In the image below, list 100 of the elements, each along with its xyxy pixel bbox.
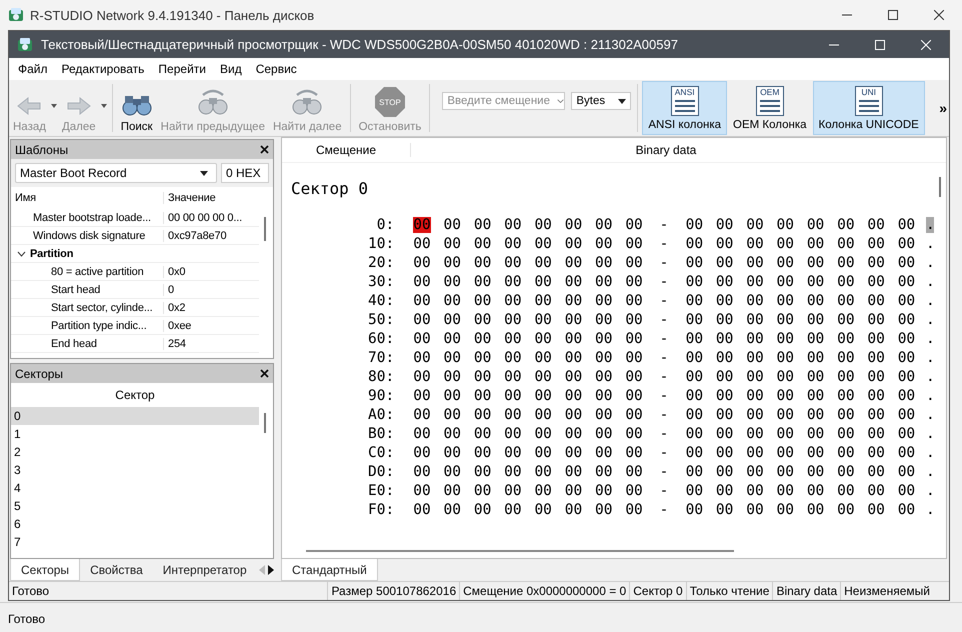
hex-byte[interactable]: 00 — [444, 406, 462, 422]
hex-byte[interactable]: 00 — [776, 406, 794, 422]
hex-byte[interactable]: 00 — [444, 482, 462, 498]
hex-byte[interactable]: 00 — [595, 254, 612, 270]
menu-item[interactable]: Редактировать — [54, 62, 152, 76]
hex-byte[interactable]: 00 — [776, 388, 794, 404]
hex-byte[interactable]: 00 — [806, 292, 824, 308]
hex-byte[interactable]: 00 — [564, 464, 582, 480]
hex-byte[interactable]: 00 — [534, 388, 552, 404]
hex-byte[interactable]: 00 — [806, 350, 824, 366]
hex-byte[interactable]: 00 — [686, 464, 704, 480]
hex-byte[interactable]: 00 — [595, 292, 612, 308]
hex-byte[interactable]: 00 — [534, 444, 552, 460]
hex-byte[interactable]: 00 — [716, 312, 734, 328]
hex-byte[interactable]: 00 — [686, 216, 704, 232]
hex-byte[interactable]: 00 — [564, 406, 582, 422]
hex-byte[interactable]: 00 — [837, 274, 855, 290]
hex-byte[interactable]: 00 — [504, 330, 522, 346]
hex-byte[interactable]: 00 — [898, 482, 916, 498]
sector-row[interactable]: 1 — [11, 425, 259, 443]
close-icon[interactable] — [260, 367, 269, 380]
hex-byte[interactable]: 00 — [625, 406, 643, 422]
template-field-name[interactable]: Windows disk signature — [33, 230, 146, 242]
hex-byte[interactable]: 00 — [746, 330, 764, 346]
hex-byte[interactable]: 00 — [837, 482, 855, 498]
hex-byte[interactable]: 00 — [413, 254, 431, 270]
hex-byte[interactable]: 00 — [746, 292, 764, 308]
hex-byte[interactable]: 00 — [867, 388, 885, 404]
hex-byte[interactable]: 00 — [504, 464, 522, 480]
hex-byte[interactable]: 00 — [746, 406, 764, 422]
hex-byte[interactable]: 00 — [474, 312, 492, 328]
hex-byte[interactable]: 00 — [444, 292, 462, 308]
hex-byte[interactable]: 00 — [474, 254, 492, 270]
hex-byte[interactable]: 00 — [595, 482, 612, 498]
hex-byte[interactable]: 00 — [716, 368, 734, 384]
hex-byte[interactable]: 00 — [625, 312, 643, 328]
hex-byte[interactable]: 00 — [867, 482, 885, 498]
hex-byte[interactable]: 00 — [625, 482, 643, 498]
hex-byte[interactable]: 00 — [625, 274, 643, 290]
hex-byte[interactable]: 00 — [898, 236, 916, 252]
hex-byte[interactable]: 00 — [837, 254, 855, 270]
ascii-char[interactable]: . — [926, 330, 934, 346]
ascii-char[interactable]: . — [926, 406, 934, 422]
hex-byte[interactable]: 00 — [534, 274, 552, 290]
hex-byte[interactable]: 00 — [413, 368, 431, 384]
hex-byte[interactable]: 00 — [898, 350, 916, 366]
hex-byte[interactable]: 00 — [806, 406, 824, 422]
hex-byte[interactable]: 00 — [595, 312, 612, 328]
hex-byte[interactable]: 00 — [534, 312, 552, 328]
hex-byte[interactable]: 00 — [898, 312, 916, 328]
hex-byte[interactable]: 00 — [898, 254, 916, 270]
hex-byte[interactable]: 00 — [595, 388, 612, 404]
hex-byte[interactable]: 00 — [746, 368, 764, 384]
hex-byte[interactable]: 00 — [413, 330, 431, 346]
hex-byte[interactable]: 00 — [867, 350, 885, 366]
hex-byte[interactable]: 00 — [534, 330, 552, 346]
offset-field[interactable]: Введите смещение — [442, 92, 566, 110]
chevron-icon[interactable] — [17, 250, 26, 256]
hex-byte[interactable]: 00 — [867, 312, 885, 328]
unit-dropdown[interactable]: Bytes — [571, 92, 632, 110]
hex-byte[interactable]: 00 — [474, 216, 492, 232]
ascii-char[interactable]: . — [926, 388, 934, 404]
template-field-name[interactable]: 80 = active partition — [51, 266, 144, 278]
hex-byte[interactable]: 00 — [595, 274, 612, 290]
hex-byte[interactable]: 00 — [746, 350, 764, 366]
hex-byte[interactable]: 00 — [686, 350, 704, 366]
hex-byte[interactable]: 00 — [716, 292, 734, 308]
hex-byte[interactable]: 00 — [413, 236, 431, 252]
hex-byte[interactable]: 00 — [776, 236, 794, 252]
hex-byte[interactable]: 00 — [564, 426, 582, 442]
hex-byte[interactable]: 00 — [564, 236, 582, 252]
hex-byte[interactable]: 00 — [564, 482, 582, 498]
hex-byte[interactable]: 00 — [776, 254, 794, 270]
hex-byte[interactable]: 00 — [534, 482, 552, 498]
hex-byte[interactable]: 00 — [837, 464, 855, 480]
hex-byte[interactable]: 00 — [413, 312, 431, 328]
hex-byte[interactable]: 00 — [867, 368, 885, 384]
hex-byte[interactable]: 00 — [716, 216, 734, 232]
ascii-char[interactable]: . — [926, 254, 934, 270]
hex-byte[interactable]: 00 — [746, 426, 764, 442]
hex-byte[interactable]: 00 — [898, 502, 916, 518]
hex-byte[interactable]: 00 — [504, 388, 522, 404]
hex-byte[interactable]: 00 — [625, 350, 643, 366]
hex-byte[interactable]: 00 — [564, 254, 582, 270]
hex-byte[interactable]: 00 — [413, 426, 431, 442]
hex-byte[interactable]: 00 — [806, 464, 824, 480]
hex-byte[interactable]: 00 — [867, 236, 885, 252]
hex-byte[interactable]: 00 — [837, 502, 855, 518]
hex-byte[interactable]: 00 — [806, 502, 824, 518]
hex-byte[interactable]: 00 — [716, 406, 734, 422]
hex-byte[interactable]: 00 — [595, 330, 612, 346]
hex-byte[interactable]: 00 — [686, 482, 704, 498]
ascii-char[interactable]: . — [926, 444, 934, 460]
sector-row[interactable]: 2 — [11, 443, 259, 461]
tab[interactable]: Стандартный — [281, 559, 378, 581]
hex-byte[interactable]: 00 — [474, 502, 492, 518]
hex-byte[interactable]: 00 — [444, 502, 462, 518]
hex-byte[interactable]: 00 — [534, 406, 552, 422]
hex-byte[interactable]: 00 — [625, 236, 643, 252]
hex-byte[interactable]: 00 — [686, 274, 704, 290]
